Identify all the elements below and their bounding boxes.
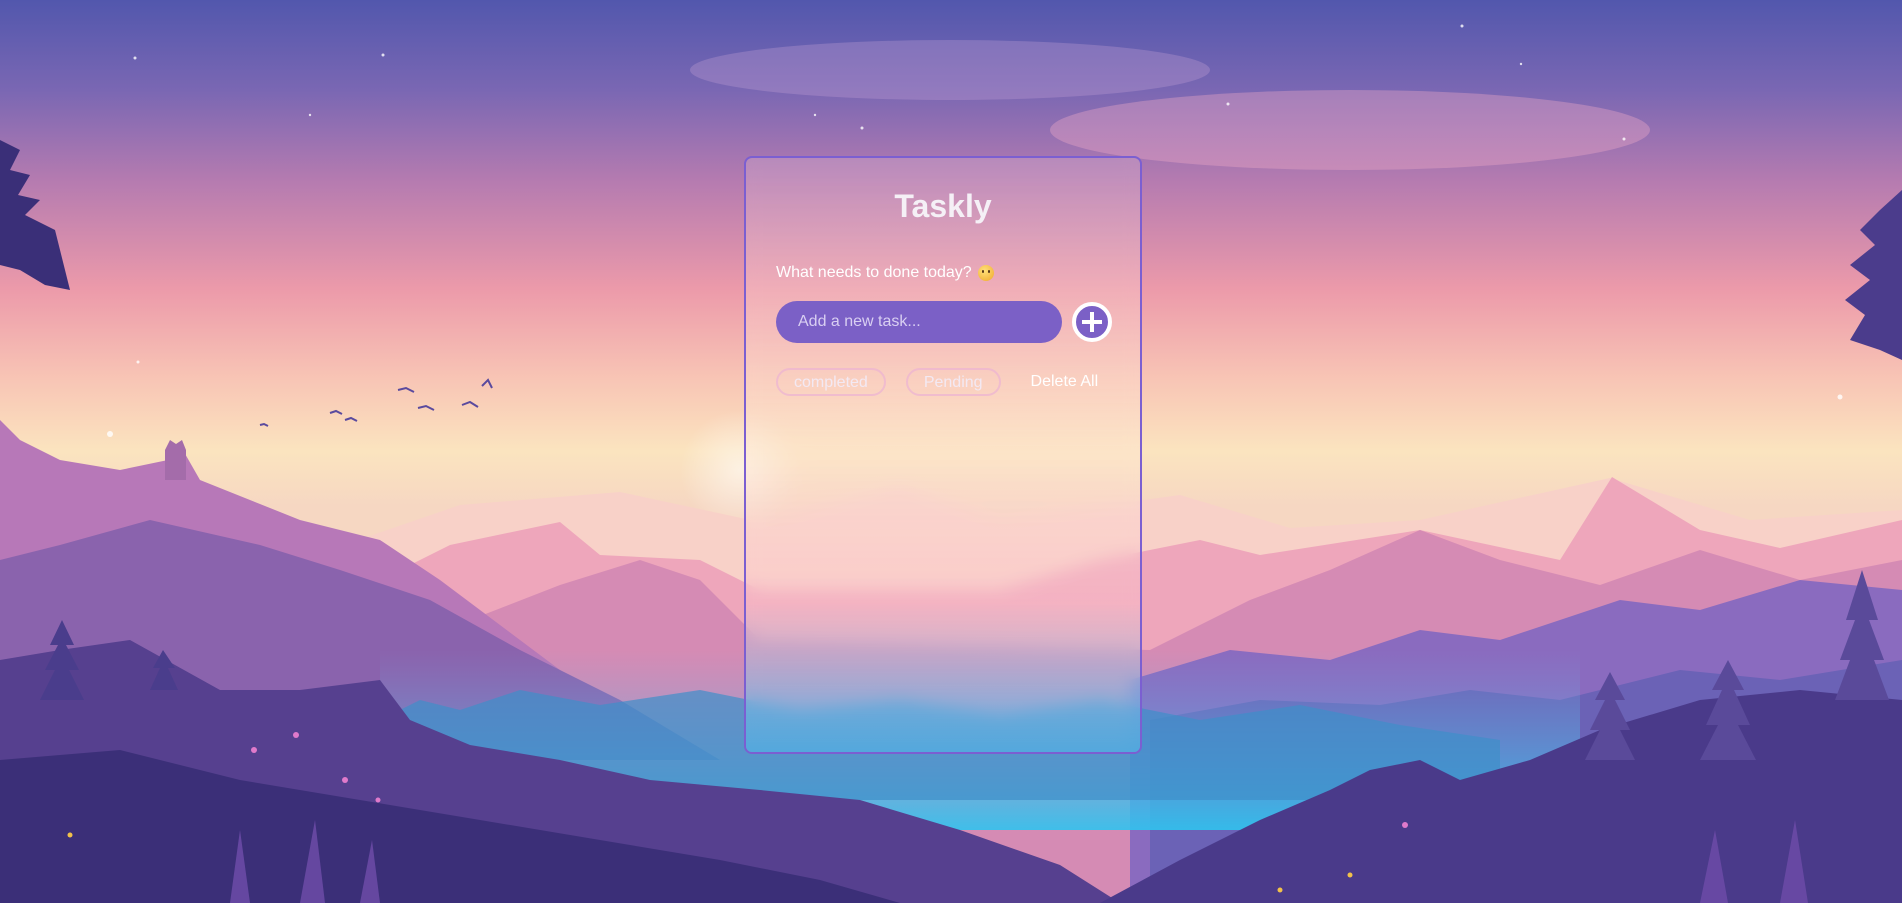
panel-background <box>746 158 1140 752</box>
filter-completed-button[interactable]: completed <box>776 368 886 396</box>
filter-bar: completed Pending Delete All <box>776 368 1098 396</box>
thinking-face-icon <box>977 265 994 281</box>
prompt-label: What needs to done today? <box>776 264 972 281</box>
new-task-input[interactable] <box>776 301 1062 343</box>
app-title: Taskly <box>894 188 992 224</box>
add-task-button[interactable] <box>1072 302 1112 342</box>
prompt-text: What needs to done today? <box>776 264 994 282</box>
delete-all-button[interactable]: Delete All <box>1031 373 1099 391</box>
filter-pending-button[interactable]: Pending <box>905 368 1001 396</box>
todo-panel: Taskly What needs to done today? complet… <box>744 156 1142 754</box>
